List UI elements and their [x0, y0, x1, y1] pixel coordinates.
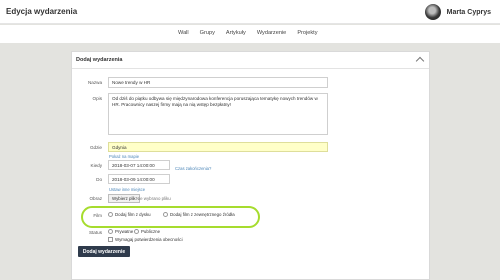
file-status: Nie wybrano pliku: [136, 196, 171, 201]
description-label: Opis: [92, 96, 102, 101]
image-label: Obraz: [89, 196, 102, 201]
avatar[interactable]: [424, 4, 441, 20]
require-confirmation-option[interactable]: Wymagaj potwierdzenia obecności: [108, 237, 183, 242]
nav-item-events[interactable]: Wydarzenie: [257, 30, 287, 36]
status-private-label: Prywatne: [115, 229, 134, 234]
change-place-link[interactable]: Ustaw inne miejsce: [109, 187, 145, 192]
chevron-up-icon[interactable]: [415, 56, 425, 66]
nav-item-projects[interactable]: Projekty: [297, 30, 317, 36]
require-confirmation-label: Wymagaj potwierdzenia obecności: [115, 237, 183, 242]
user-name[interactable]: Marta Cyprys: [447, 9, 491, 16]
nav-item-wall[interactable]: Wall: [178, 30, 189, 36]
end-datetime-input[interactable]: 2018-03-09 14:00:00: [108, 174, 170, 184]
checkbox-icon[interactable]: [108, 237, 113, 242]
film-label: Film: [93, 213, 102, 218]
film-external-option[interactable]: Dodaj film z zewnętrznego źródła: [163, 212, 235, 217]
user-menu[interactable]: Marta Cyprys: [424, 3, 491, 21]
where-label: Gdzie: [89, 145, 102, 150]
where-input[interactable]: Gdynia: [108, 142, 328, 152]
radio-icon[interactable]: [134, 229, 139, 234]
end-time-link[interactable]: Czas zakończenia?: [175, 166, 211, 171]
radio-icon[interactable]: [108, 229, 113, 234]
status-private-option[interactable]: Prywatne: [108, 229, 133, 234]
status-public-label: Publiczne: [141, 229, 161, 234]
film-from-disk-label: Dodaj film z dysku: [115, 212, 151, 217]
radio-icon[interactable]: [163, 212, 168, 217]
status-label: Status: [88, 230, 102, 235]
add-event-button[interactable]: Dodaj wydarzenie: [78, 246, 130, 257]
choose-file-button[interactable]: Wybierz plik: [108, 194, 140, 203]
card-title: Dodaj wydarzenia: [76, 57, 123, 63]
film-external-label: Dodaj film z zewnętrznego źródła: [170, 212, 235, 217]
film-from-disk-option[interactable]: Dodaj film z dysku: [108, 212, 151, 217]
nav-item-groups[interactable]: Grupy: [200, 30, 215, 36]
name-input[interactable]: Nowe trendy w HR: [108, 77, 328, 88]
top-bar: Edycja wydarzenia Marta Cyprys: [0, 0, 500, 24]
start-datetime-input[interactable]: 2018-03-07 14:00:00: [108, 160, 170, 170]
film-options-highlight: [81, 206, 260, 228]
description-textarea[interactable]: Od dziś do piątku odbywa się międzynarod…: [108, 93, 328, 135]
main-nav: Wall Grupy Artykuły Wydarzenie Projekty: [0, 25, 500, 43]
event-form-card: Dodaj wydarzenia Nazwa Nowe trendy w HR …: [71, 51, 430, 280]
radio-icon[interactable]: [108, 212, 113, 217]
card-header: Dodaj wydarzenia: [72, 52, 429, 69]
name-label: Nazwa: [87, 80, 102, 85]
nav-item-articles[interactable]: Artykuły: [226, 30, 246, 36]
show-map-link[interactable]: Pokaż na mapie: [109, 154, 139, 159]
to-label: Do: [96, 177, 102, 182]
page-title: Edycja wydarzenia: [6, 7, 78, 16]
when-label: Kiedy: [90, 163, 103, 168]
status-public-option[interactable]: Publiczne: [134, 229, 160, 234]
